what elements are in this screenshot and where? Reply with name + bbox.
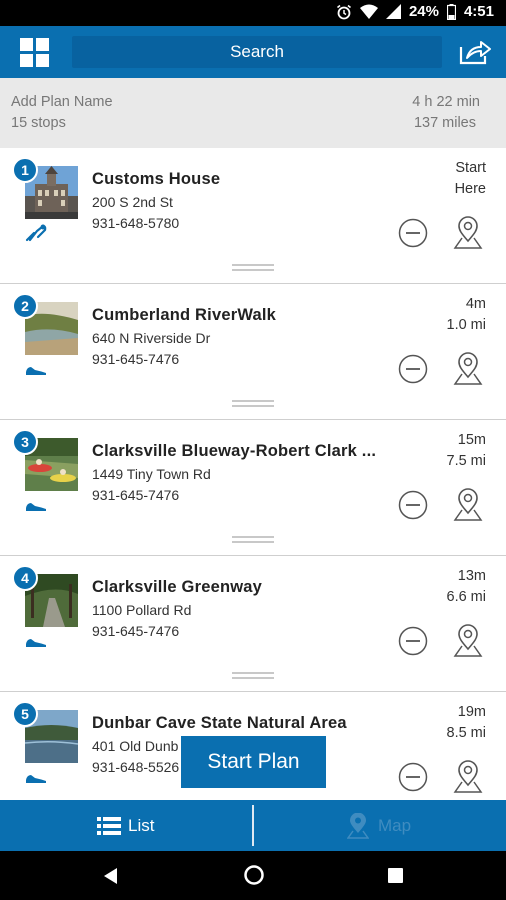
start-plan-button[interactable]: Start Plan (181, 736, 326, 788)
recents-icon[interactable] (388, 868, 403, 883)
stop-travel-time: 4m (465, 296, 486, 312)
drag-handle[interactable] (232, 672, 274, 680)
shoe-icon (26, 775, 46, 783)
home-icon[interactable] (243, 864, 265, 886)
bottom-tab-bar: List Map (0, 800, 506, 851)
map-pin-icon[interactable] (453, 488, 483, 522)
map-pin-icon[interactable] (453, 624, 483, 658)
stop-number-badge: 3 (12, 429, 38, 455)
remove-stop-icon[interactable] (398, 762, 428, 792)
shoe-icon (26, 639, 46, 647)
map-pin-icon (347, 813, 369, 839)
stop-travel-distance: 1.0 mi (446, 317, 487, 333)
list-icon (97, 817, 121, 835)
stop-address: 640 N Riverside Dr (92, 330, 211, 346)
stop-address: 1449 Tiny Town Rd (92, 466, 211, 482)
stop-travel-time: Start (455, 160, 486, 176)
stop-number-badge: 1 (12, 157, 38, 183)
map-pin-icon[interactable] (453, 760, 483, 794)
stop-item[interactable]: 2 Cumberland RiverWalk 640 N Riverside D… (0, 284, 506, 420)
map-pin-icon[interactable] (453, 352, 483, 386)
stop-item[interactable]: 3 Clarksville Blueway-Robert Clark ... 1… (0, 420, 506, 556)
tab-map[interactable]: Map (255, 800, 506, 851)
stop-phone[interactable]: 931-648-5780 (92, 215, 179, 231)
remove-stop-icon[interactable] (398, 218, 428, 248)
stop-travel-distance: 7.5 mi (446, 453, 487, 469)
stop-number-badge: 2 (12, 293, 38, 319)
stop-item[interactable]: 4 Clarksville Greenway 1100 Pollard Rd 9… (0, 556, 506, 692)
plan-name-field[interactable]: Add Plan Name (11, 94, 113, 110)
wifi-icon (359, 4, 378, 19)
stop-name[interactable]: Dunbar Cave State Natural Area (92, 714, 392, 733)
stop-number-badge: 4 (12, 565, 38, 591)
status-bar: 24% 4:51 (0, 0, 506, 26)
stop-address: 401 Old Dunb (92, 738, 179, 754)
tab-divider (252, 805, 254, 846)
clock: 4:51 (463, 3, 494, 20)
map-pin-icon[interactable] (453, 216, 483, 250)
stop-name[interactable]: Clarksville Blueway-Robert Clark ... (92, 442, 392, 461)
stop-travel-time: 19m (457, 704, 486, 720)
android-nav-bar (0, 851, 506, 900)
battery-icon (446, 3, 456, 20)
plan-distance: 137 miles (413, 115, 476, 131)
tab-list[interactable]: List (0, 800, 253, 851)
tab-list-label: List (128, 816, 155, 835)
stop-travel-time: 13m (457, 568, 486, 584)
stop-phone[interactable]: 931-645-7476 (92, 487, 179, 503)
stop-number-badge: 5 (12, 701, 38, 727)
drag-handle[interactable] (232, 264, 274, 272)
stop-name[interactable]: Cumberland RiverWalk (92, 306, 392, 325)
stop-phone[interactable]: 931-645-7476 (92, 623, 179, 639)
shoe-icon (26, 367, 46, 375)
stops-list: 1 Customs House 200 S 2nd St 931-648-578… (0, 148, 506, 800)
stop-phone[interactable]: 931-648-5526 (92, 759, 179, 775)
stop-travel-distance: 8.5 mi (446, 725, 487, 741)
remove-stop-icon[interactable] (398, 490, 428, 520)
app-header: Search (0, 26, 506, 78)
back-icon[interactable] (102, 867, 118, 885)
stop-address: 1100 Pollard Rd (92, 602, 192, 618)
share-icon[interactable] (458, 38, 492, 66)
search-bar[interactable]: Search (72, 36, 442, 68)
alarm-icon (336, 4, 351, 19)
stop-name[interactable]: Customs House (92, 170, 392, 189)
stop-travel-distance: 6.6 mi (446, 589, 487, 605)
stop-travel-distance: Here (454, 181, 486, 197)
plan-duration: 4 h 22 min (412, 94, 480, 110)
grid-menu-icon[interactable] (20, 38, 50, 68)
stops-count: 15 stops (11, 115, 66, 131)
signal-icon (385, 4, 401, 19)
tab-map-label: Map (378, 816, 412, 835)
drag-handle[interactable] (232, 536, 274, 544)
stop-item[interactable]: 1 Customs House 200 S 2nd St 931-648-578… (0, 148, 506, 284)
stop-travel-time: 15m (457, 432, 486, 448)
stop-name[interactable]: Clarksville Greenway (92, 578, 392, 597)
stop-phone[interactable]: 931-645-7476 (92, 351, 179, 367)
remove-stop-icon[interactable] (398, 626, 428, 656)
remove-stop-icon[interactable] (398, 354, 428, 384)
bike-icon (25, 224, 47, 242)
shoe-icon (26, 503, 46, 511)
battery-percent: 24% (408, 3, 439, 20)
stop-address: 200 S 2nd St (92, 194, 173, 210)
drag-handle[interactable] (232, 400, 274, 408)
plan-summary: Add Plan Name 15 stops 4 h 22 min 137 mi… (0, 78, 506, 148)
